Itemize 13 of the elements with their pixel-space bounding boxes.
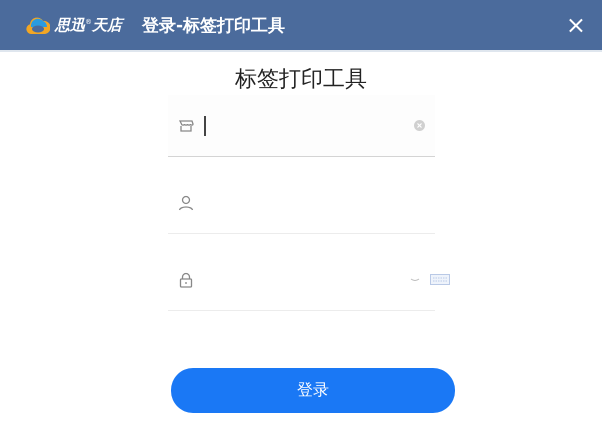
window-title: 登录-标签打印工具: [142, 14, 286, 36]
text-cursor: [204, 116, 206, 136]
login-button[interactable]: 登录: [171, 368, 455, 413]
cloud-logo-icon: [26, 15, 50, 35]
app-heading: 标签打印工具: [235, 66, 367, 94]
lock-icon: [178, 272, 194, 288]
keyboard-icon[interactable]: [430, 274, 450, 285]
brand-logo: 思迅$^{®}$天店: [55, 16, 122, 34]
eye-off-icon[interactable]: [410, 278, 420, 282]
user-icon: [178, 194, 194, 210]
clear-icon[interactable]: [414, 120, 424, 131]
store-icon: [178, 118, 194, 134]
close-button[interactable]: ×: [564, 13, 588, 37]
